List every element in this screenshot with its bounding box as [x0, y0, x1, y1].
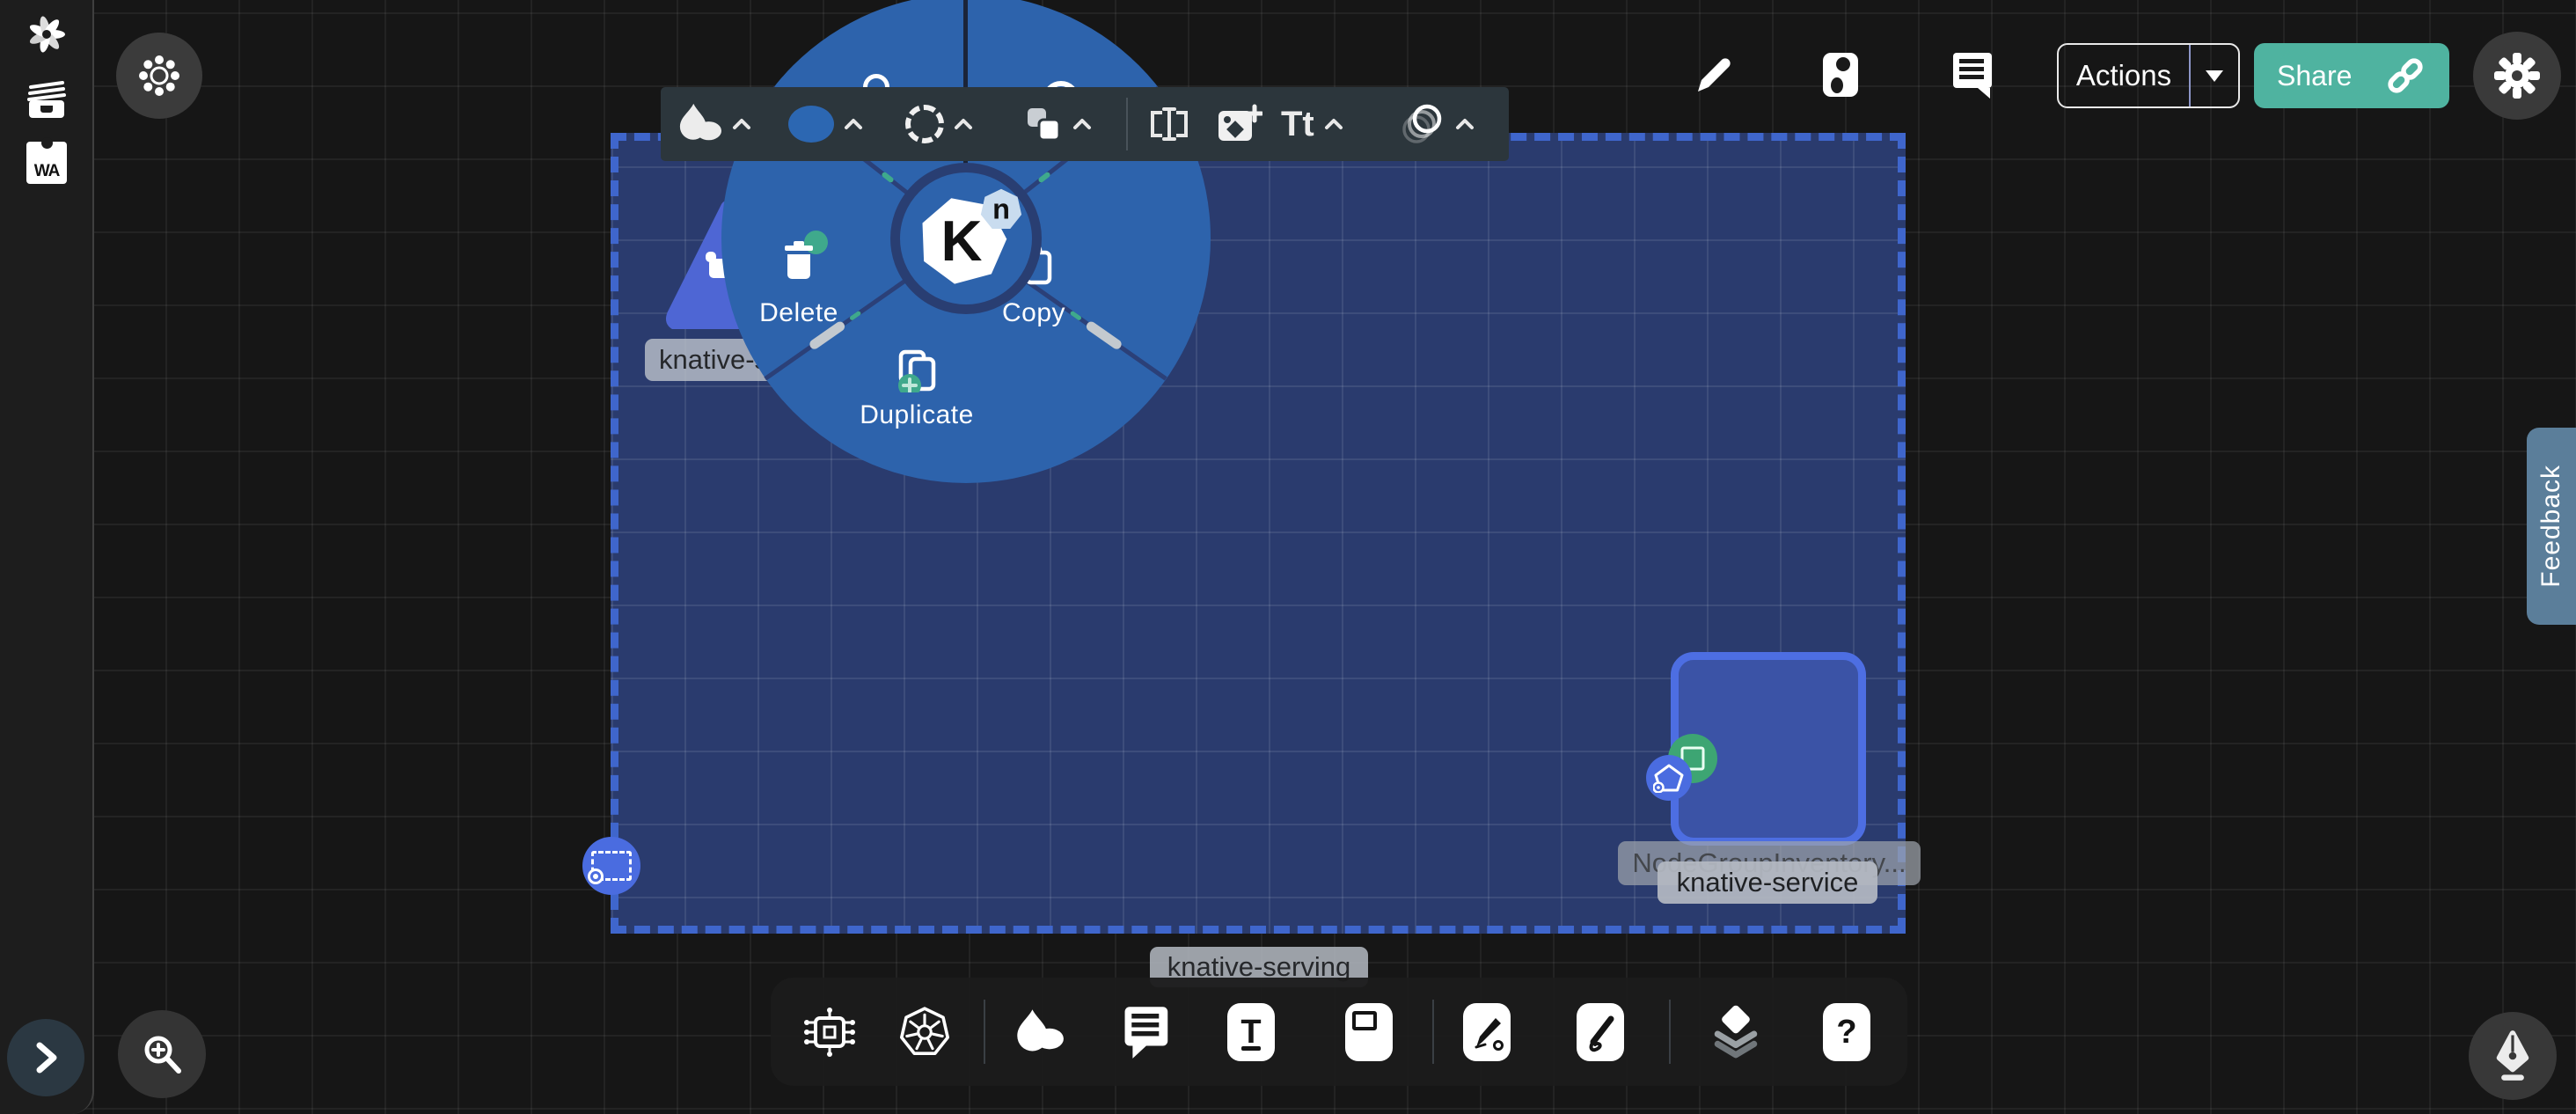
- text-tool-icon: T: [1227, 1003, 1275, 1061]
- integration-chip-icon: [801, 1007, 856, 1058]
- toolbar-divider: [1126, 98, 1128, 150]
- teal-tick: [881, 172, 895, 184]
- duplicate-icon[interactable]: [897, 348, 938, 392]
- pen-tool[interactable]: [1446, 978, 1527, 1086]
- help-icon: ?: [1823, 1003, 1870, 1061]
- pentagon-badge-icon: [1646, 755, 1692, 801]
- rename-button[interactable]: [1146, 87, 1192, 161]
- save-icon[interactable]: [1821, 51, 1860, 99]
- chevron-up-icon: [1072, 118, 1092, 130]
- chevron-up-icon: [954, 118, 973, 130]
- share-label: Share: [2277, 60, 2352, 92]
- pen-nib-icon: [2488, 1030, 2537, 1082]
- bottom-toolbar: T: [771, 978, 1907, 1086]
- integration-tool[interactable]: [788, 978, 869, 1086]
- caret-down-icon: [2206, 70, 2223, 82]
- typography-button[interactable]: Tt: [1281, 87, 1343, 161]
- pen-nib-button[interactable]: [2469, 1012, 2557, 1100]
- toolbar-divider: [1669, 1000, 1671, 1064]
- svg-text:n: n: [992, 194, 1010, 225]
- node-front-label: knative-service: [1658, 861, 1877, 904]
- knative-logo-icon: K n: [900, 172, 1032, 304]
- stroke-style-button[interactable]: [905, 87, 973, 161]
- shapes-tool[interactable]: [999, 978, 1079, 1086]
- stroke-style-icon: [905, 105, 944, 143]
- layers-icon: [1712, 1005, 1760, 1059]
- fill-color-button[interactable]: [788, 87, 863, 161]
- teal-tick: [1037, 172, 1051, 184]
- menu-center-logo: K n: [890, 163, 1042, 314]
- opacity-button[interactable]: [1398, 87, 1475, 161]
- zoom-in-button[interactable]: [118, 1010, 206, 1098]
- left-sidebar: WA: [0, 0, 94, 1114]
- toolbar-divider: [984, 1000, 985, 1064]
- help-tool[interactable]: ?: [1806, 978, 1887, 1086]
- trash-icon[interactable]: [781, 239, 816, 282]
- frame-tool-icon: [1345, 1003, 1393, 1061]
- shape-style-button[interactable]: [677, 87, 751, 161]
- pinwheel-logo-icon[interactable]: [23, 11, 70, 58]
- selection-area-badge[interactable]: [582, 837, 640, 895]
- toolbar-divider: [1432, 1000, 1434, 1064]
- pencil-tool-icon: [1577, 1003, 1624, 1061]
- text-tool[interactable]: T: [1211, 978, 1292, 1086]
- chevron-up-icon: [732, 118, 751, 130]
- chevron-up-icon: [1324, 118, 1343, 130]
- expand-sidebar-button[interactable]: [7, 1019, 84, 1096]
- layers-tool[interactable]: [1695, 978, 1776, 1086]
- gear-icon: [2492, 51, 2542, 100]
- pen-tool-icon: [1463, 1003, 1511, 1061]
- feedback-tab[interactable]: Feedback: [2527, 428, 2576, 625]
- arrange-button[interactable]: [1024, 87, 1092, 161]
- selection-toolbar: Tt: [661, 87, 1509, 161]
- kubernetes-tool[interactable]: [884, 978, 965, 1086]
- comment-tool[interactable]: [1107, 978, 1188, 1086]
- comments-icon[interactable]: [1951, 51, 1995, 100]
- shapes-icon: [1014, 1008, 1065, 1057]
- actions-label: Actions: [2059, 59, 2189, 92]
- cluster-flower-icon: [135, 52, 183, 99]
- rename-icon: [1146, 106, 1192, 143]
- pencil-tool[interactable]: [1560, 978, 1641, 1086]
- settings-button[interactable]: [2473, 32, 2561, 120]
- comment-icon: [1123, 1005, 1172, 1059]
- arrange-icon: [1024, 105, 1063, 143]
- chevron-right-icon: [31, 1040, 61, 1075]
- replace-image-icon: [1217, 104, 1262, 144]
- share-button[interactable]: Share: [2254, 43, 2449, 108]
- fill-color-swatch: [788, 106, 834, 143]
- webassembly-icon[interactable]: WA: [23, 139, 70, 187]
- opacity-icon: [1398, 101, 1445, 147]
- kubernetes-icon: [899, 1007, 950, 1058]
- edit-pencil-icon[interactable]: [1691, 53, 1733, 97]
- actions-button[interactable]: Actions: [2057, 43, 2240, 108]
- frame-tool[interactable]: [1328, 978, 1409, 1086]
- chevron-up-icon: [1455, 118, 1475, 130]
- radial-context-menu: Delete Copy Duplicate K n: [721, 0, 1211, 483]
- link-icon: [2384, 55, 2426, 97]
- svg-text:K: K: [941, 209, 983, 273]
- replace-image-button[interactable]: [1217, 87, 1262, 161]
- archive-icon[interactable]: [23, 76, 70, 123]
- wa-notch: [41, 137, 53, 149]
- dashed-rect-icon: [591, 851, 632, 881]
- cluster-button[interactable]: [116, 33, 202, 119]
- feedback-label: Feedback: [2536, 465, 2566, 588]
- button-divider: [2189, 45, 2191, 106]
- typography-icon: Tt: [1281, 105, 1314, 144]
- zoom-in-icon: [138, 1030, 186, 1078]
- canvas-app: { "colors": { "menu_blue": "#2d63ac", "s…: [0, 0, 2576, 1114]
- menu-item-duplicate[interactable]: Duplicate: [829, 400, 1005, 430]
- menu-item-delete[interactable]: Delete: [728, 298, 869, 328]
- shape-style-icon: [677, 102, 722, 146]
- chevron-up-icon: [844, 118, 863, 130]
- wa-text: WA: [34, 163, 60, 180]
